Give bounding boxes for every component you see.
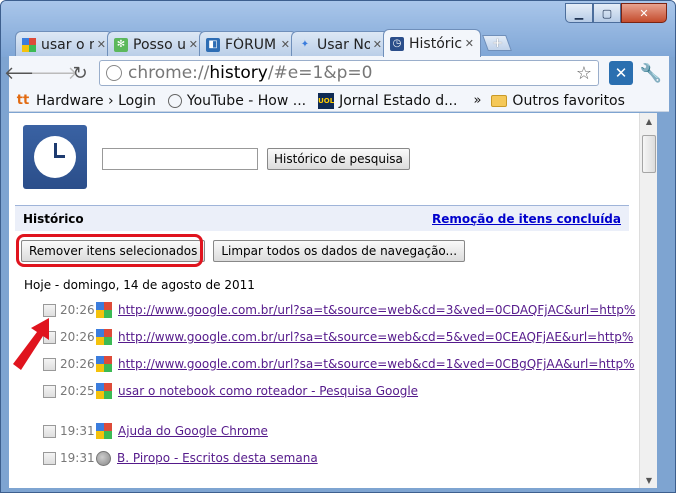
url-suffix: /#e=1&p=0: [267, 63, 373, 83]
bookmark-star-icon[interactable]: ☆: [576, 63, 592, 84]
maximize-button[interactable]: ▢: [593, 3, 621, 23]
entry-time: 20:26: [60, 357, 95, 371]
puzzle-icon: ✻: [114, 37, 128, 52]
minimize-button[interactable]: ▁: [565, 3, 593, 23]
tab-close-icon[interactable]: ✕: [373, 38, 382, 51]
history-clock-icon: [23, 125, 87, 189]
entry-time: 20:25: [60, 384, 95, 398]
history-title: Histórico: [23, 211, 84, 226]
window-controls: ▁ ▢ ✕: [565, 3, 667, 23]
tab-0[interactable]: usar o notebook ✕: [15, 31, 113, 57]
tab-2[interactable]: ◧ FÓRUM ✕: [199, 31, 297, 57]
tab-close-icon[interactable]: ✕: [97, 38, 106, 51]
entry-checkbox[interactable]: [43, 424, 56, 438]
tab-close-icon[interactable]: ✕: [281, 38, 290, 51]
highlight-annotation-box: [16, 234, 203, 267]
bookmark-youtube[interactable]: YouTube - How ...: [167, 92, 307, 109]
bookmark-jornal[interactable]: UOL Jornal Estado d...: [318, 92, 458, 109]
entry-checkbox[interactable]: [43, 451, 56, 465]
entry-link[interactable]: http://www.google.com.br/url?sa=t&source…: [118, 357, 634, 371]
bookmark-label: Jornal Estado d...: [339, 92, 458, 109]
entry-checkbox[interactable]: [43, 384, 56, 398]
entry-time: 19:31: [60, 451, 95, 465]
page-info-icon[interactable]: [106, 65, 122, 81]
reload-button[interactable]: ↻: [67, 60, 93, 86]
url-host: history: [209, 63, 268, 83]
google-icon: [96, 383, 112, 399]
tab-title: Históric: [409, 35, 462, 52]
tab-title: usar o notebook: [41, 36, 94, 53]
search-history-button[interactable]: Histórico de pesquisa: [267, 148, 410, 170]
entry-time: 20:26: [60, 330, 95, 344]
tab-3[interactable]: ✦ Usar Notebook ✕: [291, 31, 389, 57]
folder-icon: [491, 94, 508, 107]
tab-history[interactable]: ◷ Históric ✕: [383, 29, 481, 57]
uol-icon: UOL: [318, 92, 334, 109]
entry-link[interactable]: B. Piropo - Escritos desta semana: [117, 451, 318, 465]
entry-link[interactable]: usar o notebook como roteador - Pesquisa…: [118, 384, 418, 398]
bookmark-hardware[interactable]: tt Hardware › Login: [15, 93, 156, 109]
bookmarks-overflow-chevron-icon[interactable]: »: [473, 93, 481, 108]
globe-icon: [167, 93, 182, 108]
entry-time: 19:31: [60, 424, 95, 438]
bookmark-other-folder[interactable]: Outros favoritos: [491, 93, 625, 109]
entry-checkbox[interactable]: [43, 303, 56, 317]
scroll-down-icon[interactable]: ▼: [640, 472, 658, 488]
history-entry: 20:26 http://www.google.com.br/url?sa=t&…: [43, 327, 633, 347]
scroll-thumb[interactable]: [642, 135, 656, 173]
tab-title: Usar Notebook: [317, 36, 370, 53]
url-prefix: chrome://: [128, 63, 210, 83]
address-bar[interactable]: chrome://history/#e=1&p=0 ☆: [99, 60, 599, 86]
entry-time: 20:26: [60, 303, 95, 317]
google-icon: [96, 423, 112, 439]
history-entry: 19:31 B. Piropo - Escritos desta semana: [43, 448, 318, 468]
history-header: Histórico Remoção de itens concluída: [15, 205, 629, 231]
bookmarks-bar: tt Hardware › Login YouTube - How ... UO…: [9, 90, 669, 112]
entry-link[interactable]: http://www.google.com.br/url?sa=t&source…: [118, 303, 635, 317]
tab-title: FÓRUM: [225, 36, 277, 53]
history-entry: 20:26 http://www.google.com.br/url?sa=t&…: [43, 300, 635, 320]
entry-link[interactable]: Ajuda do Google Chrome: [118, 424, 268, 438]
scroll-up-icon[interactable]: ▲: [640, 113, 658, 129]
globe-icon: [96, 450, 111, 466]
bookmark-label: Outros favoritos: [512, 92, 625, 109]
clear-browsing-data-button[interactable]: Limpar todos os dados de navegação...: [213, 240, 466, 262]
history-entry: 20:26 http://www.google.com.br/url?sa=t&…: [43, 354, 634, 374]
history-clock-icon: ◷: [390, 36, 404, 51]
tab-close-icon[interactable]: ✕: [465, 37, 474, 50]
google-icon: [22, 37, 36, 52]
bookmark-label: Hardware › Login: [36, 92, 156, 109]
forward-button[interactable]: 🡒: [30, 60, 78, 86]
history-page: Histórico de pesquisa Histórico Remoção …: [9, 113, 639, 488]
tt-icon: tt: [16, 93, 30, 108]
window-border: [657, 113, 669, 492]
wrench-menu-icon[interactable]: 🔧: [639, 61, 663, 85]
bookmark-label: YouTube - How ...: [186, 92, 307, 109]
puzzle-icon: ✦: [300, 39, 310, 50]
google-icon: [96, 356, 112, 372]
tab-title: Posso usar: [133, 36, 186, 53]
tab-close-icon[interactable]: ✕: [189, 38, 198, 51]
google-icon: [96, 329, 112, 345]
forum-icon: ◧: [206, 37, 220, 52]
entry-link[interactable]: http://www.google.com.br/url?sa=t&source…: [118, 330, 633, 344]
toolbar: 🡐 🡒 ↻ chrome://history/#e=1&p=0 ☆ ✕ 🔧: [4, 56, 669, 90]
browser-window: ▁ ▢ ✕ usar o notebook ✕ ✻ Posso usar ✕ ◧…: [0, 0, 676, 493]
google-icon: [96, 302, 112, 318]
new-tab-button[interactable]: +: [482, 35, 512, 51]
day-heading: Hoje - domingo, 14 de agosto de 2011: [24, 278, 255, 292]
red-arrow-annotation-icon: [13, 318, 49, 370]
history-entry: 19:31 Ajuda do Google Chrome: [43, 421, 268, 441]
tab-strip: usar o notebook ✕ ✻ Posso usar ✕ ◧ FÓRUM…: [15, 29, 512, 57]
history-entry: 20:25 usar o notebook como roteador - Pe…: [43, 381, 418, 401]
removal-complete-link[interactable]: Remoção de itens concluída: [432, 212, 621, 226]
plus-icon: +: [491, 35, 503, 51]
extension-icon[interactable]: ✕: [609, 61, 633, 85]
history-search-input[interactable]: [102, 148, 258, 170]
close-window-button[interactable]: ✕: [621, 3, 667, 23]
window-border: [1, 488, 675, 492]
tab-1[interactable]: ✻ Posso usar ✕: [107, 31, 205, 57]
vertical-scrollbar[interactable]: ▲ ▼: [639, 113, 657, 488]
